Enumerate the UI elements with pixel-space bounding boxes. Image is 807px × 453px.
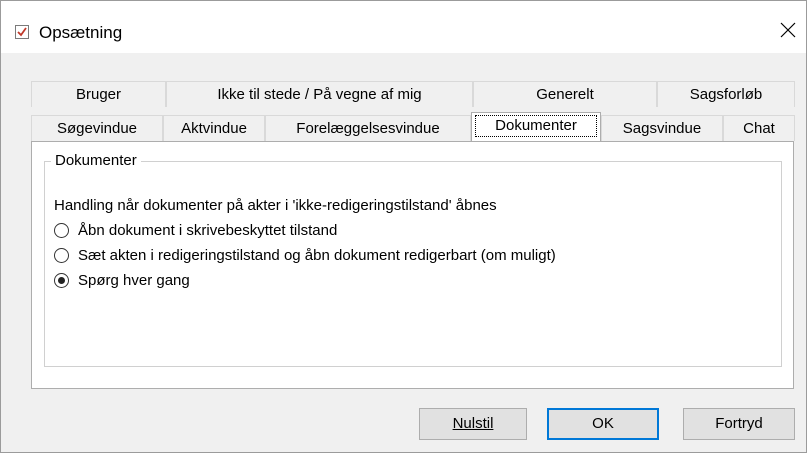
radio-option-read-only[interactable]: Åbn dokument i skrivebeskyttet tilstand xyxy=(54,220,337,240)
ok-button-label: OK xyxy=(592,415,614,432)
tab-panel-dokumenter: Dokumenter Handling når dokumenter på ak… xyxy=(31,141,794,389)
tab-chat[interactable]: Chat xyxy=(723,115,795,141)
groupbox-label: Dokumenter xyxy=(51,152,141,169)
tab-bruger[interactable]: Bruger xyxy=(31,81,166,107)
tab-label: Chat xyxy=(743,120,775,137)
close-icon xyxy=(780,22,796,38)
options-dialog: Opsætning Bruger Ikke til stede / På veg… xyxy=(0,0,807,453)
tab-label: Sagsvindue xyxy=(622,120,702,137)
tab-ikke-til-stede[interactable]: Ikke til stede / På vegne af mig xyxy=(166,81,473,107)
cancel-button-label: Fortryd xyxy=(715,415,763,432)
radio-label: Spørg hver gang xyxy=(78,271,190,289)
radio-option-edit-mode[interactable]: Sæt akten i redigeringstilstand og åbn d… xyxy=(54,245,556,265)
tab-label: Bruger xyxy=(75,86,122,103)
tab-aktvindue[interactable]: Aktvindue xyxy=(163,115,265,141)
radio-label: Åbn dokument i skrivebeskyttet tilstand xyxy=(78,221,338,239)
radio-button[interactable] xyxy=(54,272,69,288)
reset-button-label: Nulstil xyxy=(452,415,494,432)
tab-label: Søgevindue xyxy=(56,120,138,137)
title-bar: Opsætning xyxy=(1,1,806,53)
tab-soegevindue[interactable]: Søgevindue xyxy=(31,115,163,141)
tab-generelt[interactable]: Generelt xyxy=(473,81,657,107)
cancel-button[interactable]: Fortryd xyxy=(683,408,795,440)
focus-rectangle xyxy=(475,115,597,137)
tab-label: Aktvindue xyxy=(181,120,247,137)
dokumenter-groupbox: Dokumenter Handling når dokumenter på ak… xyxy=(44,152,782,367)
window-title: Opsætning xyxy=(39,23,123,42)
tab-label: Ikke til stede / På vegne af mig xyxy=(217,86,422,103)
close-button[interactable] xyxy=(771,13,805,47)
radio-button[interactable] xyxy=(54,222,69,238)
tab-label: Sagsforløb xyxy=(689,86,763,103)
question-label: Handling når dokumenter på akter i 'ikke… xyxy=(54,197,497,214)
tab-label: Forelæggelsesvindue xyxy=(296,120,440,137)
ok-button[interactable]: OK xyxy=(547,408,659,440)
tab-label: Generelt xyxy=(536,86,594,103)
tab-sagsvindue[interactable]: Sagsvindue xyxy=(601,115,723,141)
radio-label: Sæt akten i redigeringstilstand og åbn d… xyxy=(78,246,556,264)
tab-forelaeggelsesvindue[interactable]: Forelæggelsesvindue xyxy=(265,115,471,141)
form-check-icon xyxy=(15,25,29,39)
radio-option-ask-every-time[interactable]: Spørg hver gang xyxy=(54,270,190,290)
tab-dokumenter[interactable]: Dokumenter xyxy=(471,112,601,141)
tab-sagsforloeb[interactable]: Sagsforløb xyxy=(657,81,795,107)
radio-button[interactable] xyxy=(54,247,69,263)
reset-button[interactable]: Nulstil xyxy=(419,408,527,440)
